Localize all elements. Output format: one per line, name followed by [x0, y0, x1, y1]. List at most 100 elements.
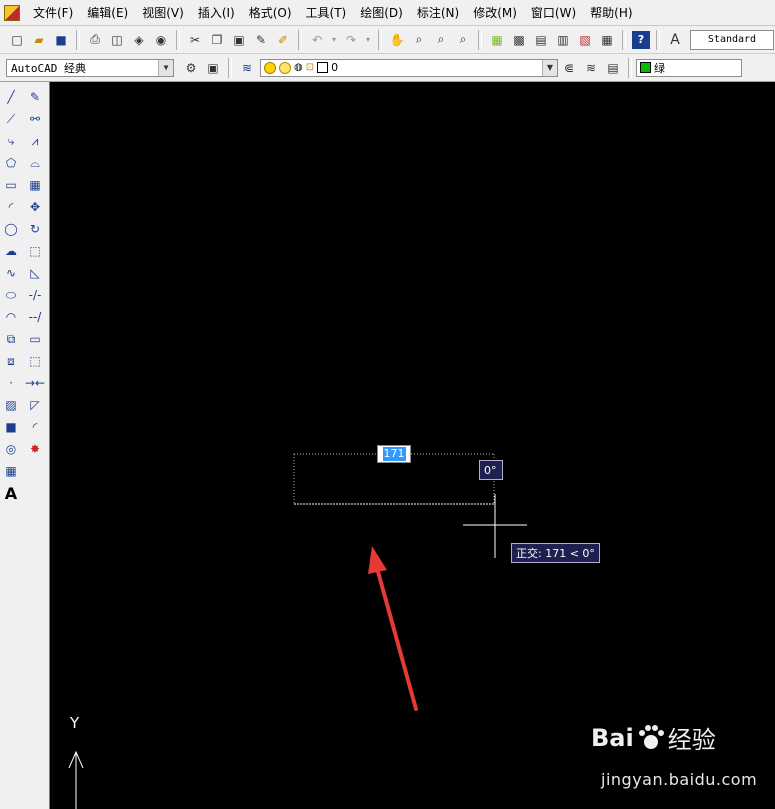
fillet-icon[interactable]: ◜	[26, 418, 44, 436]
layer-on-icon[interactable]	[264, 61, 276, 74]
redo-dropdown-icon[interactable]: ▾	[364, 31, 372, 49]
workspace-settings-icon[interactable]: ⚙	[182, 59, 200, 77]
menu-help[interactable]: 帮助(H)	[583, 0, 639, 26]
extend-icon[interactable]: --/	[26, 308, 44, 326]
layer-states-icon[interactable]: ▤	[604, 59, 622, 77]
rectangle-icon[interactable]: ▭	[2, 176, 20, 194]
make-current-layer-icon[interactable]: ⋐	[560, 59, 578, 77]
markup-icon[interactable]: ▧	[576, 31, 594, 49]
save-workspace-icon[interactable]: ▣	[204, 59, 222, 77]
pan-icon[interactable]: ✋	[388, 31, 406, 49]
scale-icon[interactable]: ⬚	[26, 242, 44, 260]
copy-icon[interactable]: ❐	[208, 31, 226, 49]
design-center-icon[interactable]: ▩	[510, 31, 528, 49]
zoom-realtime-icon[interactable]: ⌕	[410, 31, 428, 49]
construction-line-icon[interactable]: ⟋	[2, 110, 20, 128]
drawing-area[interactable]: 171 0° 正交: 171 < 0° Y Bai 经验 jingyan.bai…	[51, 82, 775, 809]
mirror-icon[interactable]: ⩘	[26, 132, 44, 150]
ellipse-icon[interactable]: ⬭	[2, 286, 20, 304]
paw-icon	[638, 724, 664, 749]
menu-insert[interactable]: 插入(I)	[191, 0, 242, 26]
stretch-icon[interactable]: ◺	[26, 264, 44, 282]
zoom-previous-icon[interactable]: ⌕	[454, 31, 472, 49]
polygon-icon[interactable]: ⬠	[2, 154, 20, 172]
layer-lock-icon[interactable]: ⊡	[306, 62, 314, 73]
erase-icon[interactable]: ✎	[26, 88, 44, 106]
undo-dropdown-icon[interactable]: ▾	[330, 31, 338, 49]
layer-name: 0	[331, 61, 339, 74]
array-icon[interactable]: ▦	[26, 176, 44, 194]
3d-dwf-icon[interactable]: ◉	[152, 31, 170, 49]
undo-icon[interactable]: ↶	[308, 31, 326, 49]
gradient-icon[interactable]: ■	[2, 418, 20, 436]
cut-icon[interactable]: ✂	[186, 31, 204, 49]
properties-icon[interactable]: ▦	[488, 31, 506, 49]
dynamic-length-input[interactable]: 171	[377, 445, 411, 463]
chevron-down-icon[interactable]: ▼	[158, 59, 173, 76]
make-block-icon[interactable]: ⧈	[2, 352, 20, 370]
layer-previous-icon[interactable]: ≋	[582, 59, 600, 77]
layer-select[interactable]: ◍ ⊡ 0 ▼	[260, 58, 558, 77]
text-style-icon[interactable]: A	[666, 31, 684, 49]
menu-tools[interactable]: 工具(T)	[299, 0, 354, 26]
toolbar-separator	[656, 29, 660, 50]
tool-palettes-icon[interactable]: ▤	[532, 31, 550, 49]
block-editor-icon[interactable]: ✐	[274, 31, 292, 49]
match-properties-icon[interactable]: ✎	[252, 31, 270, 49]
layer-color-icon	[317, 62, 329, 73]
offset-icon[interactable]: ⌓	[26, 154, 44, 172]
ellipse-arc-icon[interactable]: ◠	[2, 308, 20, 326]
menu-window[interactable]: 窗口(W)	[524, 0, 583, 26]
redo-icon[interactable]: ↷	[342, 31, 360, 49]
trim-icon[interactable]: -/-	[26, 286, 44, 304]
paste-icon[interactable]: ▣	[230, 31, 248, 49]
color-select[interactable]: 绿	[636, 58, 742, 77]
revision-cloud-icon[interactable]: ☁	[2, 242, 20, 260]
menu-modify[interactable]: 修改(M)	[466, 0, 524, 26]
calculator-icon[interactable]: ▦	[598, 31, 616, 49]
new-file-icon[interactable]: □	[8, 31, 26, 49]
print-preview-icon[interactable]: ◫	[108, 31, 126, 49]
print-icon[interactable]: ⎙	[86, 31, 104, 49]
dynamic-angle-display[interactable]: 0°	[479, 460, 503, 480]
spline-icon[interactable]: ∿	[2, 264, 20, 282]
point-icon[interactable]: ·	[2, 374, 20, 392]
text-style-select[interactable]: Standard	[690, 29, 774, 50]
open-file-icon[interactable]: ▰	[30, 31, 48, 49]
sheet-set-icon[interactable]: ▥	[554, 31, 572, 49]
autocad-logo-icon[interactable]	[4, 4, 20, 21]
table-icon[interactable]: ▦	[2, 462, 20, 480]
layer-properties-icon[interactable]: ≋	[238, 59, 256, 77]
move-icon[interactable]: ✥	[26, 198, 44, 216]
zoom-window-icon[interactable]: ⌕	[432, 31, 450, 49]
menu-edit[interactable]: 编辑(E)	[80, 0, 135, 26]
region-icon[interactable]: ◎	[2, 440, 20, 458]
polyline-icon[interactable]: ⤷	[2, 132, 20, 150]
hatch-icon[interactable]: ▨	[2, 396, 20, 414]
layer-thaw-icon[interactable]	[279, 61, 291, 74]
chevron-down-icon[interactable]: ▼	[542, 59, 557, 76]
copy-object-icon[interactable]: ⚯	[26, 110, 44, 128]
multiline-text-icon[interactable]: A	[2, 484, 20, 503]
menu-draw[interactable]: 绘图(D)	[353, 0, 410, 26]
join-icon[interactable]: →←	[25, 374, 45, 392]
menu-bar: 文件(F) 编辑(E) 视图(V) 插入(I) 格式(O) 工具(T) 绘图(D…	[0, 0, 775, 26]
insert-block-icon[interactable]: ⧉	[2, 330, 20, 348]
menu-dimension[interactable]: 标注(N)	[410, 0, 466, 26]
arc-icon[interactable]: ◜	[2, 198, 20, 216]
rotate-icon[interactable]: ↻	[26, 220, 44, 238]
explode-icon[interactable]: ✸	[26, 440, 44, 458]
menu-file[interactable]: 文件(F)	[26, 0, 80, 26]
break-at-point-icon[interactable]: ▭	[26, 330, 44, 348]
chamfer-icon[interactable]: ◸	[26, 396, 44, 414]
workspace-select[interactable]: AutoCAD 经典 ▼	[6, 58, 174, 77]
menu-format[interactable]: 格式(O)	[242, 0, 299, 26]
publish-icon[interactable]: ◈	[130, 31, 148, 49]
help-icon[interactable]: ?	[632, 30, 650, 49]
save-icon[interactable]: ■	[52, 31, 70, 49]
break-icon[interactable]: ⬚	[26, 352, 44, 370]
layer-viewport-icon[interactable]: ◍	[294, 62, 303, 73]
line-icon[interactable]: ╱	[2, 88, 20, 106]
circle-icon[interactable]: ◯	[2, 220, 20, 238]
menu-view[interactable]: 视图(V)	[135, 0, 191, 26]
